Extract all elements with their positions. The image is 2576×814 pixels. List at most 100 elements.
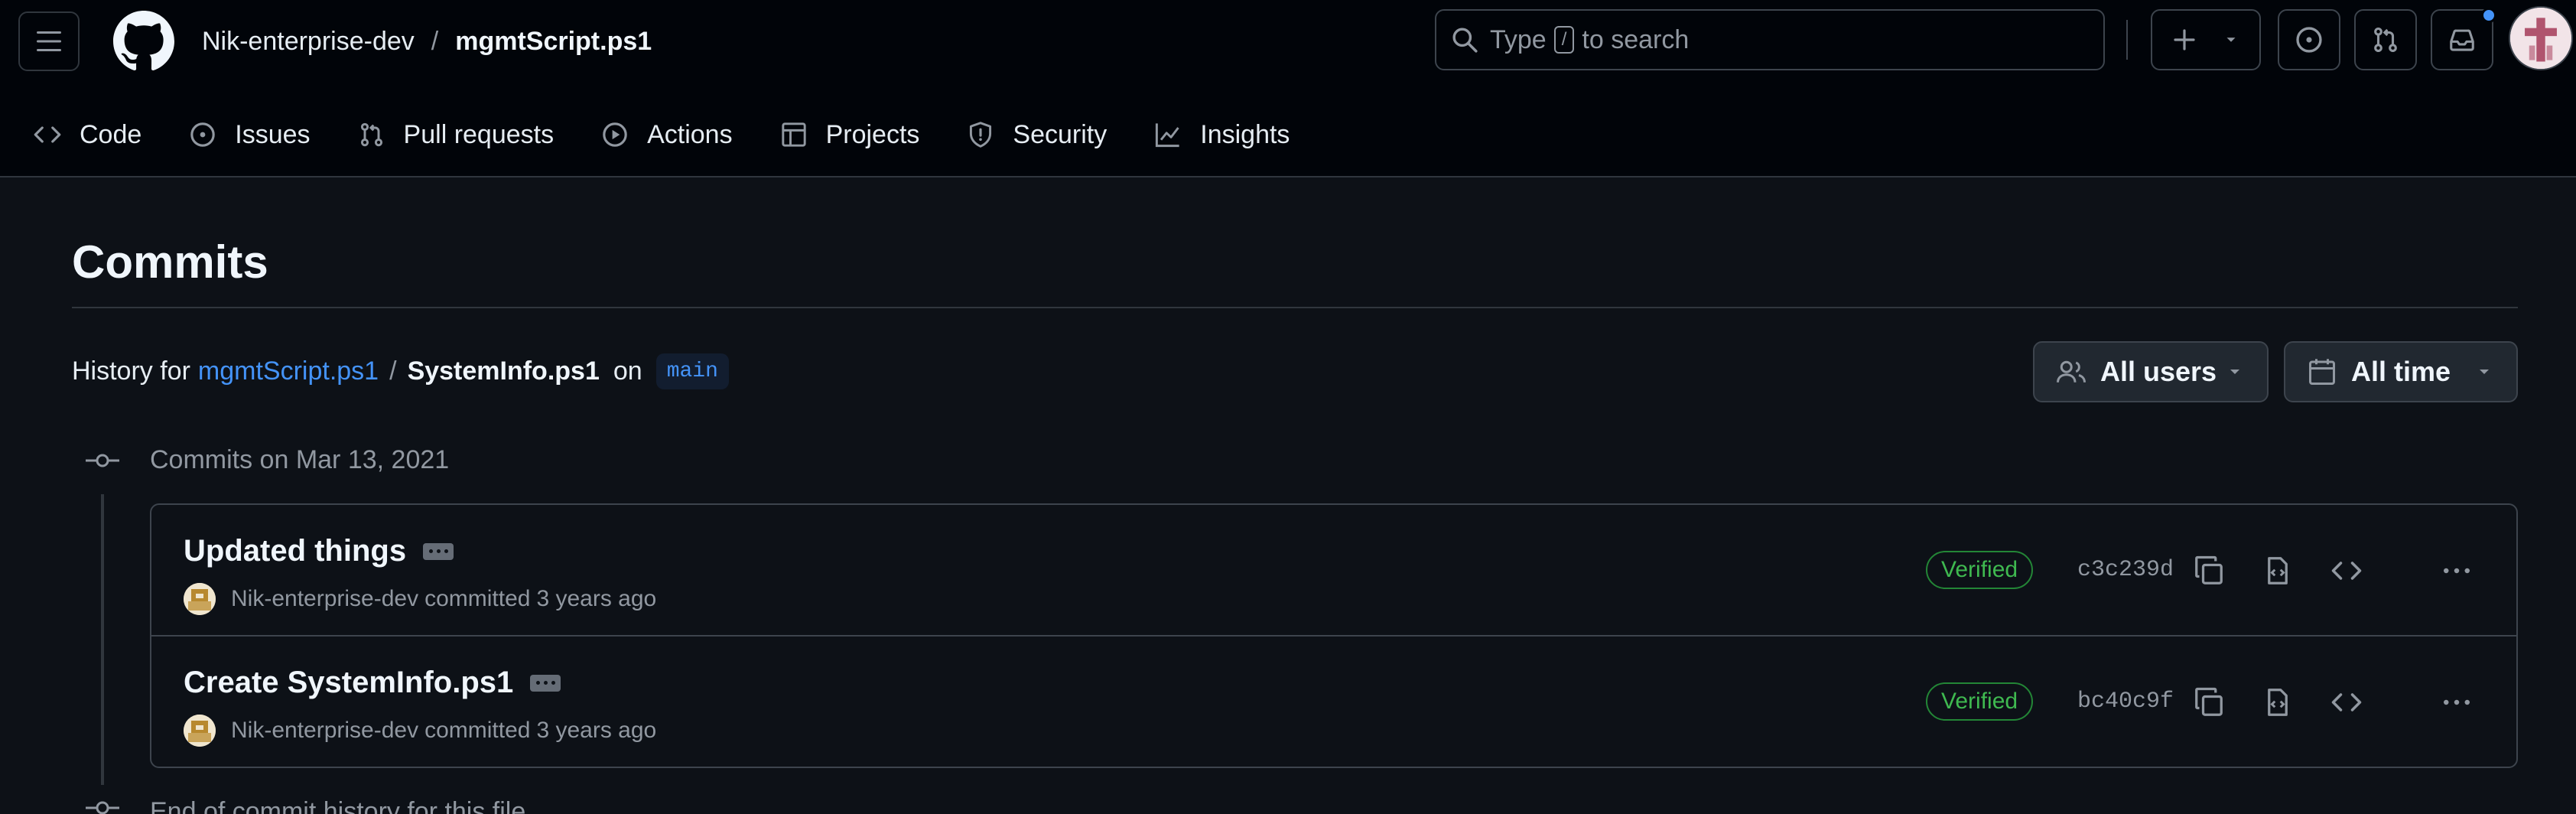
search-placeholder-suffix: to search: [1582, 24, 1690, 54]
commit-list: Updated things Nik-enterprise-dev commit…: [150, 503, 2518, 768]
commit-sha[interactable]: c3c239d: [2077, 557, 2174, 583]
search-placeholder: Type / to search: [1490, 25, 1689, 55]
author-avatar[interactable]: [184, 583, 216, 615]
commit-row: Updated things Nik-enterprise-dev commit…: [151, 505, 2516, 637]
tab-issues[interactable]: Issues: [189, 120, 311, 150]
code-icon: [34, 126, 61, 143]
issue-icon: [2296, 27, 2322, 53]
commit-time: 3 years ago: [536, 718, 657, 743]
table-icon: [781, 122, 806, 147]
global-header: Nik-enterprise-dev / mgmtScript.ps1 Type…: [0, 0, 2576, 177]
code-icon: [2331, 562, 2362, 580]
author-avatar[interactable]: [184, 715, 216, 747]
hamburger-icon: [37, 31, 61, 51]
tab-code[interactable]: Code: [34, 120, 141, 150]
tab-pull-requests-label: Pull requests: [403, 119, 555, 149]
tab-actions[interactable]: Actions: [601, 120, 733, 150]
triangle-down-icon: [2480, 370, 2489, 374]
commit-author[interactable]: Nik-enterprise-dev: [231, 586, 418, 612]
verified-badge[interactable]: Verified: [1926, 551, 2034, 589]
branch-badge[interactable]: main: [655, 353, 729, 389]
issue-icon: [190, 122, 216, 147]
copy-icon: [2195, 555, 2223, 584]
more-actions-button[interactable]: [2438, 684, 2475, 721]
tab-code-label: Code: [80, 119, 142, 149]
time-filter-label: All time: [2351, 356, 2451, 387]
commit-row: Create SystemInfo.ps1 Nik-enterprise-dev…: [151, 637, 2516, 767]
commit-group-date: Commits on Mar 13, 2021: [150, 445, 450, 474]
tab-projects-label: Projects: [825, 119, 920, 149]
repo-nav-tabs: Code Issues Pull requests Actions Projec…: [34, 110, 1337, 159]
kebab-horizontal-icon: [2444, 699, 2470, 705]
history-separator: /: [389, 357, 397, 386]
breadcrumb-separator: /: [431, 26, 439, 56]
breadcrumb-repo[interactable]: mgmtScript.ps1: [455, 27, 652, 57]
browse-code-button[interactable]: [2328, 684, 2365, 721]
tab-pull-requests[interactable]: Pull requests: [358, 119, 555, 150]
your-issues-button[interactable]: [2278, 9, 2340, 70]
browse-code-button[interactable]: [2328, 552, 2365, 589]
commit-meta: Nik-enterprise-dev committed 3 years ago: [184, 583, 656, 615]
pull-request-icon: [2374, 27, 2397, 53]
history-file-name: SystemInfo.ps1: [407, 357, 600, 386]
verified-badge[interactable]: Verified: [1926, 682, 2034, 721]
pull-request-icon: [360, 122, 382, 147]
tab-security[interactable]: Security: [967, 120, 1107, 150]
header-divider: [2126, 20, 2128, 60]
commit-action: committed: [424, 586, 531, 611]
search-icon: [1452, 28, 1478, 53]
commit-action: committed: [424, 718, 531, 743]
time-filter-button[interactable]: All time: [2284, 341, 2518, 402]
graph-icon: [1156, 123, 1179, 148]
inbox-icon: [2450, 29, 2474, 51]
view-file-button[interactable]: [2259, 552, 2296, 589]
page-title: Commits: [72, 236, 268, 288]
menu-button[interactable]: [18, 11, 80, 71]
code-icon: [2331, 693, 2362, 711]
notifications-button[interactable]: [2431, 8, 2496, 70]
tab-security-label: Security: [1013, 119, 1107, 149]
tab-insights-label: Insights: [1200, 119, 1290, 149]
search-shortcut-key: /: [1553, 26, 1575, 54]
search-input[interactable]: Type / to search: [1435, 9, 2105, 70]
commit-author[interactable]: Nik-enterprise-dev: [231, 718, 418, 744]
commit-node-icon: [86, 801, 119, 814]
user-avatar[interactable]: [2509, 6, 2573, 70]
end-of-history-label: End of commit history for this file: [150, 797, 526, 814]
tab-actions-label: Actions: [647, 119, 733, 149]
tab-insights[interactable]: Insights: [1154, 120, 1290, 150]
users-filter-button[interactable]: All users: [2033, 341, 2269, 402]
timeline-line: [101, 494, 104, 785]
copy-icon: [2195, 687, 2223, 716]
title-divider: [72, 307, 2518, 308]
file-code-icon: [2268, 689, 2288, 716]
commit-title-link[interactable]: Create SystemInfo.ps1: [184, 666, 513, 700]
your-pull-requests-button[interactable]: [2354, 9, 2417, 70]
commit-meta: Nik-enterprise-dev committed 3 years ago: [184, 715, 656, 747]
commit-message: Updated things: [184, 534, 454, 568]
history-repo-link[interactable]: mgmtScript.ps1: [198, 357, 379, 386]
create-new-button[interactable]: [2151, 9, 2261, 70]
expand-message-button[interactable]: [530, 674, 561, 692]
commit-sha[interactable]: bc40c9f: [2077, 689, 2174, 715]
shield-icon: [970, 122, 992, 148]
breadcrumb-owner[interactable]: Nik-enterprise-dev: [202, 27, 415, 57]
users-filter-label: All users: [2100, 356, 2217, 387]
search-placeholder-prefix: Type: [1490, 24, 1547, 54]
commit-node-icon: [86, 454, 119, 467]
kebab-horizontal-icon: [2444, 568, 2470, 574]
copy-sha-button[interactable]: [2191, 552, 2227, 589]
copy-sha-button[interactable]: [2191, 684, 2227, 721]
breadcrumb: Nik-enterprise-dev / mgmtScript.ps1: [202, 23, 652, 60]
history-on-label: on: [613, 357, 642, 386]
tab-projects[interactable]: Projects: [780, 119, 920, 150]
triangle-down-icon: [2230, 370, 2239, 374]
history-breadcrumb: History for mgmtScript.ps1 / SystemInfo.…: [72, 353, 729, 389]
more-actions-button[interactable]: [2438, 552, 2475, 589]
view-file-button[interactable]: [2259, 684, 2296, 721]
expand-message-button[interactable]: [423, 542, 454, 560]
history-prefix: History for: [72, 357, 190, 386]
plus-icon: [2174, 29, 2195, 50]
commit-title-link[interactable]: Updated things: [184, 534, 406, 568]
github-logo-icon[interactable]: [113, 11, 174, 72]
